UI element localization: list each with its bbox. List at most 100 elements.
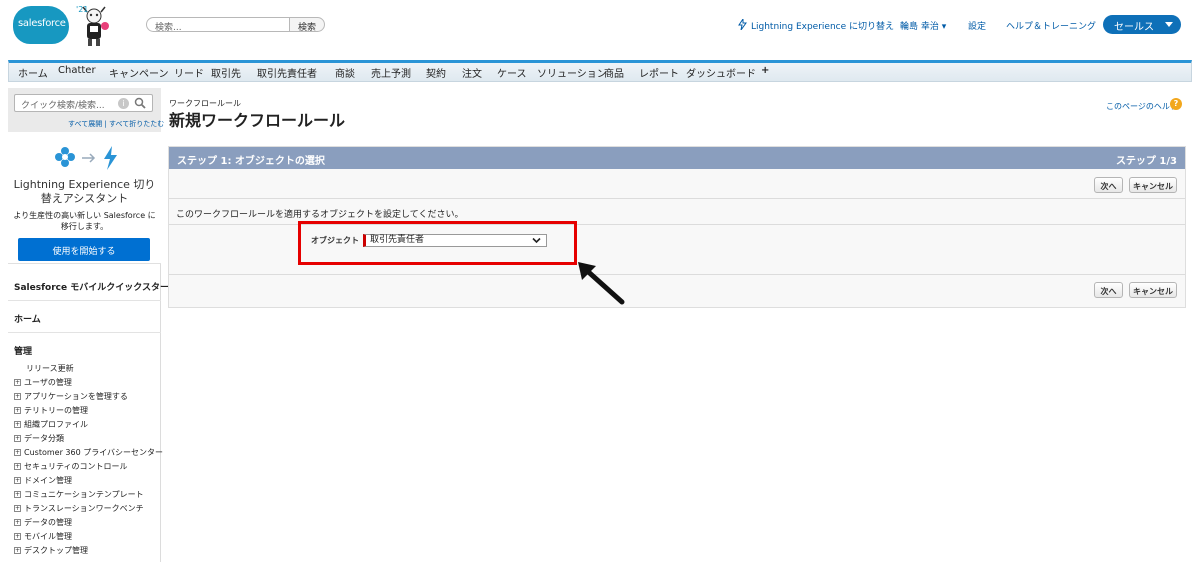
tab-orders[interactable]: 注文 xyxy=(462,65,482,80)
sidebar-item-mobile[interactable]: + モバイル管理 xyxy=(14,531,72,542)
tab-products[interactable]: 商品 xyxy=(604,65,624,80)
red-highlight-box xyxy=(298,221,577,265)
help-icon[interactable]: ? xyxy=(1170,98,1182,110)
sidebar-home-link[interactable]: ホーム xyxy=(14,312,41,325)
expand-plus-icon[interactable]: + xyxy=(14,407,21,414)
divider xyxy=(8,300,161,301)
sidebar-item-label: データ分類 xyxy=(24,434,64,443)
tab-opportunities[interactable]: 商談 xyxy=(335,65,355,80)
setup-link[interactable]: 設定 xyxy=(968,19,986,32)
tab-chatter[interactable]: Chatter xyxy=(58,65,96,76)
sidebar-item-manage-users[interactable]: + ユーザの管理 xyxy=(14,377,72,388)
search-button[interactable]: 検索 xyxy=(289,17,325,33)
sidebar-item-security[interactable]: + セキュリティのコントロール xyxy=(14,461,128,472)
sidebar-item-label: 組織プロファイル xyxy=(24,420,88,429)
tab-add-plus-icon[interactable]: + xyxy=(761,65,769,76)
sidebar-item-label: トランスレーションワークベンチ xyxy=(24,504,144,513)
pointer-arrow-icon xyxy=(578,262,625,305)
cancel-button-top[interactable]: キャンセル xyxy=(1129,177,1177,193)
sidebar-admin-heading: 管理 xyxy=(14,347,33,357)
page-title: 新規ワークフロールール xyxy=(169,111,346,130)
mobile-quickstart-link[interactable]: Salesforce モバイルクイックスタート xyxy=(14,280,178,293)
sidebar-item-label: モバイル管理 xyxy=(24,532,72,541)
tab-leads[interactable]: リード xyxy=(174,65,204,80)
sidebar-item-label: ドメイン管理 xyxy=(24,476,72,485)
step-count: ステップ 1/3 xyxy=(1115,156,1177,167)
tab-contracts[interactable]: 契約 xyxy=(426,65,446,80)
expand-plus-icon[interactable]: + xyxy=(14,379,21,386)
sidebar-item-label: デスクトップ管理 xyxy=(24,546,88,555)
sidebar-item-label: Customer 360 プライバシーセンター xyxy=(24,448,164,457)
user-menu[interactable]: 輪島 幸治 ▾ xyxy=(900,19,946,32)
app-switcher[interactable]: セールス xyxy=(1103,15,1181,34)
tab-home[interactable]: ホーム xyxy=(18,65,48,80)
expand-plus-icon[interactable]: + xyxy=(14,533,21,540)
expand-plus-icon[interactable]: + xyxy=(14,519,21,526)
next-button-bottom[interactable]: 次へ xyxy=(1094,282,1123,298)
expand-collapse-links[interactable]: すべて展開 | すべて折りたたむ xyxy=(68,119,164,129)
tab-solutions[interactable]: ソリューション xyxy=(537,65,607,80)
step-title: ステップ 1: オブジェクトの選択 xyxy=(177,156,325,167)
tab-bar: ホーム Chatter キャンペーン リード 取引先 取引先責任者 商談 売上予… xyxy=(8,60,1192,82)
lightning-bolt-icon xyxy=(738,19,747,30)
quick-find-area: クイック検索/検索... i すべて展開 | すべて折りたたむ xyxy=(8,88,164,132)
sidebar-item-data-classification[interactable]: + データ分類 xyxy=(14,433,64,444)
expand-plus-icon[interactable]: + xyxy=(14,463,21,470)
switch-to-lightning-link[interactable]: Lightning Experience に切り替え xyxy=(751,19,894,32)
sidebar-item-desktop[interactable]: + デスクトップ管理 xyxy=(14,545,88,556)
tab-reports[interactable]: レポート xyxy=(639,65,679,80)
sidebar-item-data-management[interactable]: + データの管理 xyxy=(14,517,72,528)
tab-campaigns[interactable]: キャンペーン xyxy=(109,65,169,80)
sidebar-item-manage-apps[interactable]: + アプリケーションを管理する xyxy=(14,391,128,402)
tab-forecasts[interactable]: 売上予測 xyxy=(371,65,411,80)
next-button-top[interactable]: 次へ xyxy=(1094,177,1123,193)
get-started-button[interactable]: 使用を開始する xyxy=(18,238,150,261)
page-help-link[interactable]: このページのヘルプ xyxy=(1106,101,1178,112)
expand-plus-icon[interactable]: + xyxy=(14,435,21,442)
expand-plus-icon[interactable]: + xyxy=(14,477,21,484)
sidebar-item-label: コミュニケーションテンプレート xyxy=(24,490,144,499)
year-badge: '21 xyxy=(76,5,89,14)
sidebar-item-domain[interactable]: + ドメイン管理 xyxy=(14,475,72,486)
tab-cases[interactable]: ケース xyxy=(497,65,527,80)
sidebar-item-label: セキュリティのコントロール xyxy=(24,462,128,471)
app-name: セールス xyxy=(1114,22,1154,33)
divider xyxy=(169,198,1185,199)
logo-text: salesforce xyxy=(18,18,66,29)
setup-sidebar: クイック検索/検索... i すべて展開 | すべて折りたたむ Lightnin… xyxy=(8,88,178,562)
help-training-link[interactable]: ヘルプ＆トレーニング xyxy=(1006,19,1096,32)
global-search-input[interactable]: 検索... xyxy=(146,17,290,33)
salesforce-logo[interactable]: salesforce xyxy=(13,6,69,44)
info-icon[interactable]: i xyxy=(118,98,129,109)
sidebar-item-territory[interactable]: + テリトリーの管理 xyxy=(14,405,88,416)
global-header: salesforce '21 検索... 検索 Lightning Experi… xyxy=(0,0,1200,56)
sidebar-item-privacy-center[interactable]: + Customer 360 プライバシーセンター xyxy=(14,447,163,458)
step-header: ステップ 1: オブジェクトの選択 ステップ 1/3 xyxy=(169,147,1185,169)
tab-contacts[interactable]: 取引先責任者 xyxy=(257,65,317,80)
assistant-title: Lightning Experience 切り替えアシスタント xyxy=(13,178,156,205)
quick-find-input[interactable]: クイック検索/検索... xyxy=(14,94,153,112)
sidebar-item-comm-templates[interactable]: + コミュニケーションテンプレート xyxy=(14,489,144,500)
expand-plus-icon[interactable]: + xyxy=(14,547,21,554)
sidebar-item-label: テリトリーの管理 xyxy=(24,406,88,415)
instruction-text: このワークフロールールを適用するオブジェクトを設定してください。 xyxy=(176,210,464,220)
transition-assistant-icon xyxy=(55,146,117,170)
search-icon[interactable] xyxy=(134,97,146,109)
divider xyxy=(169,274,1185,275)
tab-dashboards[interactable]: ダッシュボード xyxy=(686,65,756,80)
expand-plus-icon[interactable]: + xyxy=(14,491,21,498)
assistant-description: より生産性の高い新しい Salesforce に移行します。 xyxy=(13,211,156,231)
divider xyxy=(8,332,161,333)
expand-plus-icon[interactable]: + xyxy=(14,505,21,512)
sidebar-item-translation[interactable]: + トランスレーションワークベンチ xyxy=(14,503,144,514)
sidebar-item-label: データの管理 xyxy=(24,518,72,527)
release-updates-link[interactable]: リリース更新 xyxy=(26,363,74,374)
expand-plus-icon[interactable]: + xyxy=(14,421,21,428)
expand-plus-icon[interactable]: + xyxy=(14,449,21,456)
expand-plus-icon[interactable]: + xyxy=(14,393,21,400)
sidebar-item-label: アプリケーションを管理する xyxy=(24,392,128,401)
tab-accounts[interactable]: 取引先 xyxy=(211,65,241,80)
cancel-button-bottom[interactable]: キャンセル xyxy=(1129,282,1177,298)
sidebar-item-label: ユーザの管理 xyxy=(24,378,72,387)
sidebar-item-company-profile[interactable]: + 組織プロファイル xyxy=(14,419,88,430)
